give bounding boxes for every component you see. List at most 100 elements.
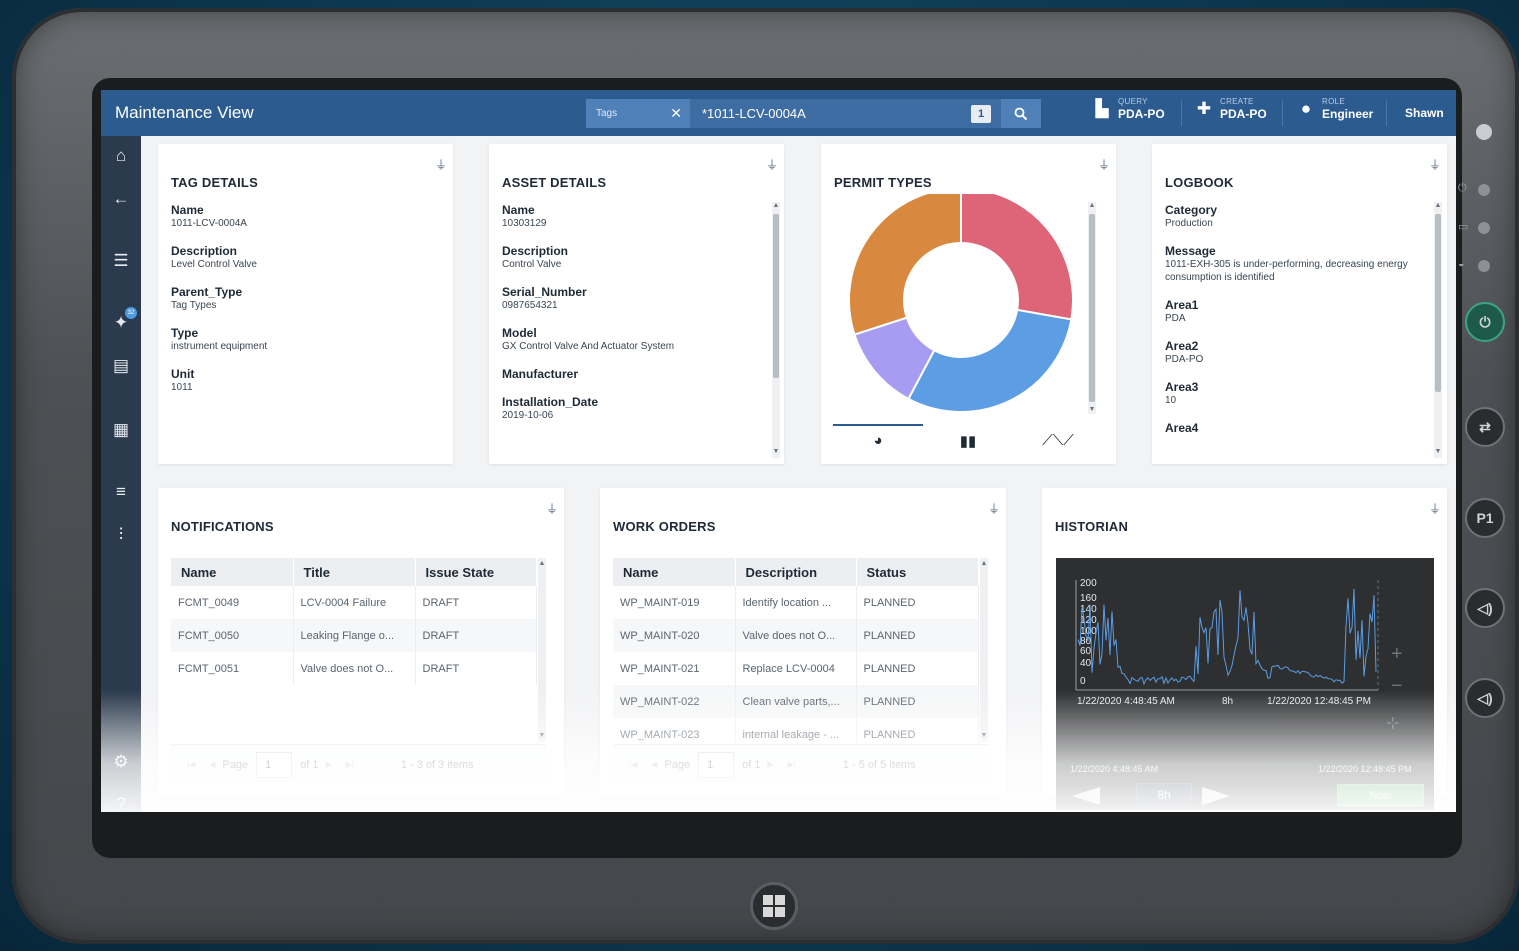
help-icon[interactable]: ?	[101, 790, 141, 812]
volume-down-button[interactable]: ◁)	[1465, 678, 1505, 718]
p1-button[interactable]: P1	[1465, 498, 1505, 538]
create-selector[interactable]: ✚ CREATE PDA-PO	[1194, 98, 1267, 121]
scroll-down-icon[interactable]: ▼	[538, 732, 546, 740]
next-page-icon[interactable]: ▶	[767, 760, 773, 769]
plug-icon[interactable]: ⏚	[546, 500, 558, 517]
tag-search[interactable]: Tags ✕ *1011-LCV-0004A 1	[586, 99, 1041, 128]
first-page-icon[interactable]: |◀	[629, 760, 637, 769]
cell: DRAFT	[415, 586, 537, 619]
table-row[interactable]: WP_MAINT-019 Identify location ... PLANN…	[613, 586, 979, 619]
table-row[interactable]: FCMT_0050 Leaking Flange o... DRAFT	[171, 619, 537, 652]
bar-chart-icon[interactable]: ▮▮	[923, 432, 1013, 450]
last-page-icon[interactable]: ▶|	[788, 760, 796, 769]
table-row[interactable]: WP_MAINT-021 Replace LCV-0004 PLANNED	[613, 652, 979, 685]
search-filter-chip[interactable]: Tags ✕	[586, 99, 690, 128]
plug-icon[interactable]: ⏚	[435, 156, 447, 173]
scroll-up-icon[interactable]: ▲	[1088, 202, 1096, 210]
scroll-down-icon[interactable]: ▼	[1434, 448, 1442, 456]
logbook-scrollbar[interactable]: ▲ ▼	[1434, 202, 1442, 458]
table-row[interactable]: WP_MAINT-020 Valve does not O... PLANNED	[613, 619, 979, 652]
donut-slice-orange[interactable]	[848, 194, 962, 336]
volume-up-button[interactable]: ◁)	[1465, 588, 1505, 628]
table-row[interactable]: FCMT_0051 Valve does not O... DRAFT	[171, 652, 537, 685]
donut-slice-blue[interactable]	[907, 308, 1073, 413]
table-row[interactable]: FCMT_0049 LCV-0004 Failure DRAFT	[171, 586, 537, 619]
role-selector[interactable]: ● ROLE Engineer	[1296, 98, 1374, 121]
x-end-label: 1/22/2020 12:48:45 PM	[1267, 696, 1371, 707]
power-button[interactable]: ⏻	[1465, 302, 1505, 342]
checklist-icon[interactable]: ≡	[101, 478, 141, 506]
analytics-icon[interactable]: ⫶	[101, 521, 141, 549]
battery-status-icon: ▭	[1458, 221, 1469, 233]
scroll-down-icon[interactable]: ▼	[772, 448, 780, 456]
now-button[interactable]: Now	[1337, 784, 1424, 807]
plug-icon[interactable]: ⏚	[766, 156, 778, 173]
field-value: Control Valve	[502, 259, 562, 270]
field-value: instrument equipment	[171, 341, 268, 352]
plug-icon[interactable]: ⏚	[1429, 156, 1441, 173]
plug-icon[interactable]: ⏚	[1098, 156, 1110, 173]
user-name[interactable]: Shawn	[1405, 106, 1444, 120]
pie-chart-icon[interactable]: ◕	[833, 432, 923, 449]
scroll-up-icon[interactable]: ▲	[538, 560, 546, 568]
scroll-up-icon[interactable]: ▲	[772, 202, 780, 210]
plug-icon[interactable]: ⏚	[1429, 500, 1441, 517]
inbox-icon[interactable]: ▤	[101, 352, 141, 380]
scroll-thumb[interactable]	[773, 214, 779, 378]
historian-navigator: 8h Now	[1056, 780, 1434, 810]
asset-scrollbar[interactable]: ▲ ▼	[772, 202, 780, 458]
query-selector[interactable]: ▙ QUERY PDA-PO	[1092, 98, 1164, 121]
role-value: Engineer	[1322, 107, 1374, 121]
time-range-input[interactable]: 8h	[1136, 783, 1192, 806]
table-row[interactable]: WP_MAINT-022 Clean valve parts,... PLANN…	[613, 685, 979, 718]
back-arrow-icon[interactable]: ←	[101, 185, 141, 213]
scroll-thumb[interactable]	[1089, 214, 1095, 402]
field-value: PDA	[1165, 313, 1186, 324]
scroll-down-icon[interactable]: ▼	[980, 732, 988, 740]
windows-home-button[interactable]	[750, 882, 798, 930]
clear-filter-icon[interactable]: ✕	[670, 105, 682, 122]
donut-slice-pink[interactable]	[960, 194, 1074, 321]
last-page-icon[interactable]: ▶|	[346, 760, 354, 769]
search-icon	[1014, 107, 1028, 120]
field-value: 1011	[171, 382, 193, 393]
prev-page-icon[interactable]: ◀	[651, 760, 657, 769]
column-header[interactable]: Description	[735, 558, 857, 586]
cell: WP_MAINT-020	[613, 619, 736, 652]
first-page-icon[interactable]: |◀	[187, 760, 195, 769]
scroll-down-icon[interactable]: ▼	[1088, 406, 1096, 414]
column-header[interactable]: Status	[856, 558, 979, 586]
work-orders-scrollbar[interactable]: ▲ ▼	[980, 558, 988, 742]
prev-page-icon[interactable]: ◀	[209, 760, 215, 769]
home-icon[interactable]: ⌂	[101, 142, 141, 170]
search-button[interactable]	[1001, 99, 1041, 128]
dashboard-icon[interactable]: ▦	[101, 416, 141, 444]
pan-icon[interactable]: ⊹	[1386, 715, 1399, 732]
settings-gear-icon[interactable]: ⚙	[101, 748, 141, 776]
scroll-up-icon[interactable]: ▲	[980, 560, 988, 568]
zoom-in-icon[interactable]: +	[1391, 643, 1403, 665]
permit-scrollbar[interactable]: ▲ ▼	[1088, 202, 1096, 414]
column-header[interactable]: Issue State	[415, 558, 537, 586]
cell: FCMT_0051	[171, 652, 294, 685]
step-back-icon[interactable]	[1072, 787, 1100, 805]
next-page-icon[interactable]: ▶	[325, 760, 331, 769]
notifications-scrollbar[interactable]: ▲ ▼	[538, 558, 546, 742]
scroll-up-icon[interactable]: ▲	[1434, 202, 1442, 210]
page-number-input[interactable]	[698, 751, 735, 778]
line-chart-icon[interactable]: ⟋⟍⟋	[1013, 432, 1103, 449]
column-header[interactable]: Title	[293, 558, 416, 586]
cell: WP_MAINT-021	[613, 652, 736, 685]
field-label: Description	[171, 244, 238, 258]
page-number-input[interactable]	[256, 751, 293, 778]
column-header[interactable]: Name	[171, 558, 294, 586]
asset-details-fields: Name 10303129 Description Control Valve Se…	[502, 203, 674, 436]
plug-icon[interactable]: ⏚	[988, 500, 1000, 517]
scan-button[interactable]: ⇄	[1465, 407, 1505, 447]
scroll-thumb[interactable]	[1435, 214, 1441, 392]
column-header[interactable]: Name	[613, 558, 736, 586]
zoom-out-icon[interactable]: −	[1391, 675, 1403, 697]
list-icon[interactable]: ☰	[101, 247, 141, 275]
step-forward-icon[interactable]	[1202, 787, 1230, 805]
search-input[interactable]: *1011-LCV-0004A	[702, 106, 971, 121]
